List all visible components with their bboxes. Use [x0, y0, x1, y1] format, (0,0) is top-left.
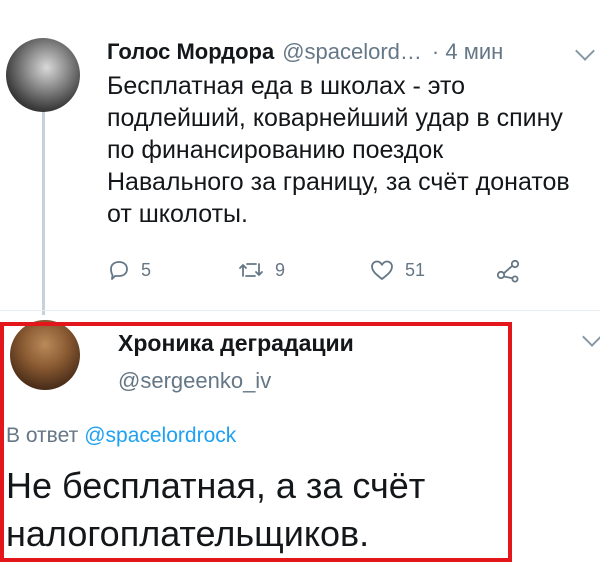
reply-button[interactable]: 5	[107, 252, 151, 288]
thread-line	[42, 110, 45, 315]
timestamp[interactable]: · 4 мин	[432, 39, 503, 65]
retweet-icon	[237, 258, 265, 282]
tweet-text: Бесплатная еда в школах - это подлейший,…	[107, 72, 570, 228]
like-button[interactable]: 51	[369, 252, 425, 288]
reply-count: 5	[141, 259, 152, 280]
author-name[interactable]: Голос Мордора	[107, 39, 274, 65]
retweet-button[interactable]: 9	[237, 252, 285, 288]
share-button[interactable]	[495, 252, 521, 288]
tweet-header: Голос Мордора @spacelord… · 4 мин	[107, 36, 587, 68]
chevron-down-icon[interactable]	[582, 327, 600, 347]
share-icon	[495, 257, 521, 283]
tweet-actions: 5 9 51	[107, 252, 527, 288]
like-count: 51	[405, 259, 426, 280]
highlight-box	[0, 322, 512, 562]
retweet-count: 9	[275, 259, 286, 280]
reply-icon	[107, 258, 131, 282]
heart-icon	[369, 258, 395, 282]
avatar[interactable]	[6, 38, 80, 112]
divider	[0, 310, 600, 311]
author-handle[interactable]: @spacelord…	[282, 39, 422, 65]
